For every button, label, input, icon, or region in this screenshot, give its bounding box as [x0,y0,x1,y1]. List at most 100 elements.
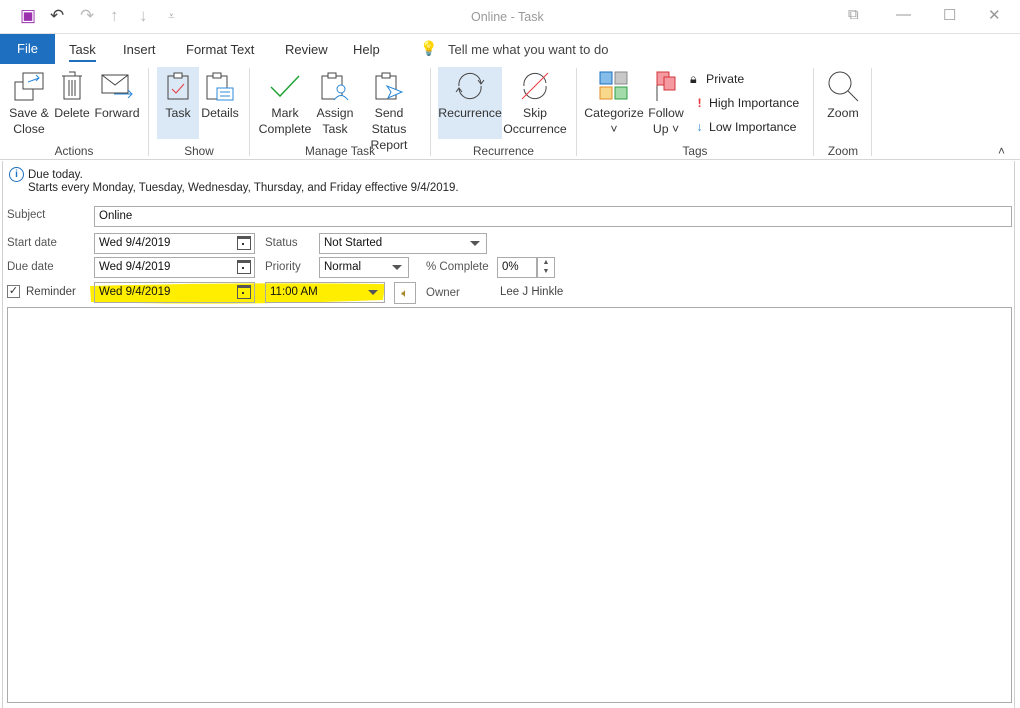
status-select[interactable]: Not Started [319,233,487,254]
redo-icon[interactable]: ↷ [80,6,94,26]
undo-icon[interactable]: ↶ [50,6,64,26]
arrow-down-icon: ↓ [696,120,703,134]
owner-label: Owner [426,287,460,299]
customize-qat-icon[interactable]: ⩡ [168,9,175,24]
tab-file[interactable]: File [0,34,55,64]
start-date-value: Wed 9/4/2019 [99,237,171,249]
chevron-down-icon: ˅ [610,122,618,136]
recurrence-label: Recurrence [438,106,502,120]
assign-task-button[interactable]: Assign Task [315,67,355,139]
priority-value: Normal [324,261,362,273]
skip-label: Skip [523,106,547,120]
priority-select[interactable]: Normal [319,257,409,278]
private-button[interactable]: 🔒︎ Private [690,72,744,87]
forward-label: Forward [94,106,140,120]
calendar-icon[interactable] [237,285,251,299]
subject-label: Subject [7,209,46,221]
delete-label: Delete [54,106,90,120]
high-importance-button[interactable]: ! High Importance [690,96,799,110]
forward-button[interactable]: Forward [93,67,141,139]
previous-item-icon[interactable]: ↑ [110,6,119,26]
dropdown-arrow-icon [368,290,378,295]
forward-mail-icon [93,67,141,105]
assign-task-icon [315,67,355,105]
follow-up-button[interactable]: Follow Up ˅ [646,67,686,139]
low-importance-button[interactable]: ↓ Low Importance [690,120,797,134]
collapse-ribbon-icon[interactable]: ˄ [998,144,1005,158]
categorize-button[interactable]: Categorize ˅ [584,67,644,139]
percent-complete-input[interactable]: 0% [497,257,537,278]
reminder-date-input[interactable]: Wed 9/4/2019 [94,282,255,303]
save-icon[interactable]: ▣ [20,6,36,26]
calendar-icon[interactable] [237,260,251,274]
tab-task[interactable]: Task [69,42,96,62]
mark-complete-label: Mark [271,106,299,120]
send-status-report-button[interactable]: Send Status Report [356,67,422,152]
chevron-down-icon: ˅ [671,122,680,136]
tab-help[interactable]: Help [353,42,380,57]
ribbon-display-options-icon[interactable]: ⧉ [848,6,859,23]
percent-stepper[interactable]: ▲ ▼ [537,257,555,278]
window-title: Online - Task [471,10,544,24]
reminder-checkbox[interactable]: ✓ [7,285,20,298]
start-date-input[interactable]: Wed 9/4/2019 [94,233,255,254]
tell-me-search[interactable]: Tell me what you want to do [448,42,608,57]
skip-label-2: Occurrence [503,122,567,136]
delete-button[interactable]: Delete [53,67,91,139]
group-tags-label: Tags [682,144,708,158]
trash-icon [53,67,91,105]
ribbon-tabs: File Task Insert Format Text Review Help… [0,34,1020,65]
magnifier-icon [820,67,866,105]
calendar-icon[interactable] [237,236,251,250]
reminder-time-value: 11:00 AM [270,286,318,298]
save-close-label-2: Close [13,122,45,136]
divider [871,68,872,156]
priority-label: Priority [265,261,301,273]
divider [576,68,577,156]
status-label: Status [265,237,298,249]
show-task-button[interactable]: Task [157,67,199,139]
minimize-icon[interactable]: — [896,6,911,23]
follow-up-label-2: Up [652,122,669,136]
task-clipboard-icon [157,67,199,105]
subject-input[interactable]: Online [94,206,1012,227]
reminder-time-select[interactable]: 11:00 AM [265,282,385,303]
tab-insert[interactable]: Insert [123,42,156,57]
skip-occurrence-button[interactable]: Skip Occurrence [503,67,567,139]
zoom-button[interactable]: Zoom [820,67,866,139]
details-button[interactable]: Details [200,67,240,139]
due-date-input[interactable]: Wed 9/4/2019 [94,257,255,278]
save-close-icon [6,67,52,105]
lock-icon: 🔒︎ [690,72,697,86]
assign-task-label-2: Task [322,122,348,136]
next-item-icon[interactable]: ↓ [139,6,148,26]
save-close-button[interactable]: Save & Close [6,67,52,139]
high-importance-label: High Importance [709,96,800,110]
exclamation-icon: ! [697,96,702,110]
due-date-value: Wed 9/4/2019 [99,261,171,273]
info-due: Due today. [28,169,83,181]
low-importance-label: Low Importance [709,120,797,134]
speaker-icon: 🔈︎ [401,286,409,300]
tab-review[interactable]: Review [285,42,328,57]
info-recurrence: Starts every Monday, Tuesday, Wednesday,… [28,182,459,194]
mark-complete-button[interactable]: Mark Complete [256,67,314,139]
task-body-editor[interactable] [7,307,1012,703]
categorize-icon [584,67,644,105]
percent-complete-label: % Complete [426,261,489,273]
categorize-label: Categorize [584,106,644,120]
lightbulb-icon: 💡 [420,40,438,56]
start-date-label: Start date [7,237,57,249]
stepper-up-icon[interactable]: ▲ [538,258,554,267]
recurrence-button[interactable]: Recurrence [438,67,502,139]
reminder-sound-button[interactable]: 🔈︎ [394,282,416,304]
divider [148,68,149,156]
maximize-icon[interactable]: ☐ [943,6,956,24]
info-icon: i [9,167,24,182]
tab-format-text[interactable]: Format Text [186,42,254,57]
checkmark-icon [256,67,314,105]
stepper-down-icon[interactable]: ▼ [538,267,554,276]
divider [430,68,431,156]
reminder-date-value: Wed 9/4/2019 [99,286,171,298]
close-icon[interactable]: ✕ [988,6,1001,24]
